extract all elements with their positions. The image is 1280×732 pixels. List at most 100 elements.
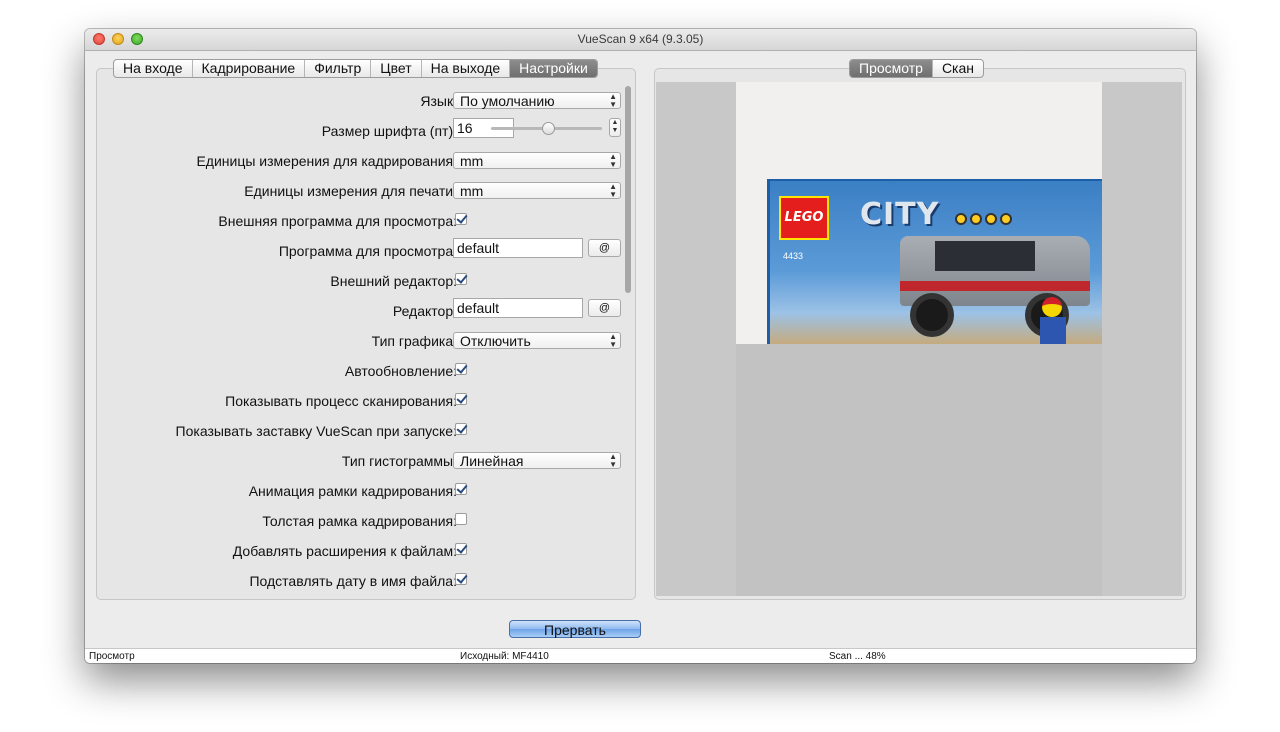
show-scan-progress-label: Показывать процесс сканирования: <box>225 393 457 409</box>
date-in-filename-checkbox[interactable] <box>455 573 467 585</box>
minifigure-body <box>1040 317 1066 344</box>
tab-scan[interactable]: Скан <box>933 60 983 77</box>
add-extensions-checkbox[interactable] <box>455 543 467 555</box>
font-size-slider[interactable] <box>491 122 602 135</box>
slider-knob[interactable] <box>542 122 555 135</box>
close-window-icon[interactable] <box>93 33 105 45</box>
lego-box-art: LEGO CITY 4433 <box>767 179 1102 344</box>
select-arrows-icon: ▲ ▼ <box>609 92 617 109</box>
external-editor-checkbox[interactable] <box>455 273 467 285</box>
setting-show-scan-progress: Показывать процесс сканирования: <box>97 387 633 417</box>
status-mode: Просмотр <box>89 651 135 662</box>
setting-language: Язык: По умолчанию ▲ ▼ <box>97 87 633 117</box>
print-units-label: Единицы измерения для печати: <box>244 183 457 199</box>
show-splash-label: Показывать заставку VueScan при запуске: <box>175 423 457 439</box>
language-label: Язык: <box>420 93 457 109</box>
graph-type-select[interactable]: Отключить ▲ ▼ <box>453 332 621 349</box>
setting-editor: Редактор: default @ <box>97 297 633 327</box>
roof-light <box>985 213 997 225</box>
settings-scrollbar[interactable] <box>625 86 631 293</box>
editor-browse-button[interactable]: @ <box>588 299 621 317</box>
language-select[interactable]: По умолчанию ▲ ▼ <box>453 92 621 109</box>
tab-input[interactable]: На входе <box>114 60 193 77</box>
language-value: По умолчанию <box>460 93 555 109</box>
viewer-program-input[interactable]: default <box>453 238 583 258</box>
histogram-type-select[interactable]: Линейная ▲ ▼ <box>453 452 621 469</box>
setting-animate-crop: Анимация рамки кадрирования: <box>97 477 633 507</box>
tab-filter[interactable]: Фильтр <box>305 60 372 77</box>
truck-stripe <box>900 281 1090 291</box>
select-arrows-icon: ▲ ▼ <box>609 182 617 199</box>
histogram-type-label: Тип гистограммы: <box>341 453 457 469</box>
viewer-browse-button[interactable]: @ <box>588 239 621 257</box>
setting-auto-update: Автообновление: <box>97 357 633 387</box>
crop-units-select[interactable]: mm ▲ ▼ <box>453 152 621 169</box>
date-in-filename-label: Подставлять дату в имя файла: <box>249 573 457 589</box>
thick-crop-label: Толстая рамка кадрирования: <box>262 513 457 529</box>
tab-output[interactable]: На выходе <box>422 60 511 77</box>
graph-type-value: Отключить <box>460 333 531 349</box>
histogram-type-value: Линейная <box>460 453 524 469</box>
print-units-value: mm <box>460 183 484 199</box>
status-bar: Просмотр Исходный: MF4410 Scan ... 48% <box>85 648 1196 663</box>
tab-color[interactable]: Цвет <box>371 60 422 77</box>
select-arrows-icon: ▲ ▼ <box>609 452 617 469</box>
setting-external-editor: Внешний редактор: <box>97 267 633 297</box>
animate-crop-checkbox[interactable] <box>455 483 467 495</box>
thick-crop-checkbox[interactable] <box>455 513 467 525</box>
animate-crop-label: Анимация рамки кадрирования: <box>248 483 457 499</box>
vuescan-window: VueScan 9 x64 (9.3.05) Язык: По умолчани… <box>85 29 1196 663</box>
setting-show-splash: Показывать заставку VueScan при запуске: <box>97 417 633 447</box>
roof-light <box>1000 213 1012 225</box>
setting-add-extensions: Добавлять расширения к файлам: <box>97 537 633 567</box>
external-viewer-label: Внешняя программа для просмотра: <box>218 213 457 229</box>
show-scan-progress-checkbox[interactable] <box>455 393 467 405</box>
tab-preview[interactable]: Просмотр <box>850 60 933 77</box>
setting-crop-units: Единицы измерения для кадрирования: mm ▲… <box>97 147 633 177</box>
preview-tabs: Просмотр Скан <box>849 59 984 78</box>
auto-update-checkbox[interactable] <box>455 363 467 375</box>
minimize-window-icon[interactable] <box>112 33 124 45</box>
truck-window <box>935 241 1035 271</box>
minifigure-head <box>1042 297 1062 317</box>
font-size-stepper[interactable]: ▲ ▼ <box>609 118 621 137</box>
add-extensions-label: Добавлять расширения к файлам: <box>232 543 457 559</box>
preview-panel: LEGO CITY 4433 <box>654 68 1186 600</box>
setting-graph-type: Тип графика: Отключить ▲ ▼ <box>97 327 633 357</box>
settings-panel: Язык: По умолчанию ▲ ▼ Размер шрифта (пт)… <box>96 68 636 600</box>
set-number: 4433 <box>783 251 804 261</box>
status-source: Исходный: MF4410 <box>460 651 549 662</box>
lego-logo: LEGO <box>779 196 829 240</box>
editor-input[interactable]: default <box>453 298 583 318</box>
viewer-program-label: Программа для просмотра: <box>278 243 457 259</box>
crop-units-value: mm <box>460 153 484 169</box>
select-arrows-icon: ▲ ▼ <box>609 152 617 169</box>
scan-page: LEGO CITY 4433 <box>736 82 1102 596</box>
scanned-image: LEGO CITY 4433 <box>736 82 1102 344</box>
zoom-window-icon[interactable] <box>131 33 143 45</box>
editor-label: Редактор: <box>392 303 457 319</box>
truck-wheel <box>910 293 954 337</box>
settings-list: Язык: По умолчанию ▲ ▼ Размер шрифта (пт)… <box>97 69 633 597</box>
settings-tabs: На входе Кадрирование Фильтр Цвет На вых… <box>113 59 598 78</box>
setting-viewer-program: Программа для просмотра: default @ <box>97 237 633 267</box>
city-logo: CITY <box>860 197 940 232</box>
title-bar: VueScan 9 x64 (9.3.05) <box>85 29 1196 51</box>
font-size-label: Размер шрифта (пт): <box>321 123 457 139</box>
roof-light <box>970 213 982 225</box>
status-progress: Scan ... 48% <box>829 651 886 662</box>
tab-crop[interactable]: Кадрирование <box>193 60 306 77</box>
show-splash-checkbox[interactable] <box>455 423 467 435</box>
stop-button[interactable]: Прервать <box>509 620 641 638</box>
external-viewer-checkbox[interactable] <box>455 213 467 225</box>
setting-external-viewer: Внешняя программа для просмотра: <box>97 207 633 237</box>
setting-histogram-type: Тип гистограммы: Линейная ▲ ▼ <box>97 447 633 477</box>
external-editor-label: Внешний редактор: <box>330 273 457 289</box>
preview-area[interactable]: LEGO CITY 4433 <box>656 82 1182 596</box>
setting-font-size: Размер шрифта (пт): 16 ▲ ▼ <box>97 117 633 147</box>
tab-prefs[interactable]: Настройки <box>510 60 597 77</box>
setting-thick-crop: Толстая рамка кадрирования: <box>97 507 633 537</box>
window-title: VueScan 9 x64 (9.3.05) <box>577 32 704 46</box>
print-units-select[interactable]: mm ▲ ▼ <box>453 182 621 199</box>
setting-print-units: Единицы измерения для печати: mm ▲ ▼ <box>97 177 633 207</box>
